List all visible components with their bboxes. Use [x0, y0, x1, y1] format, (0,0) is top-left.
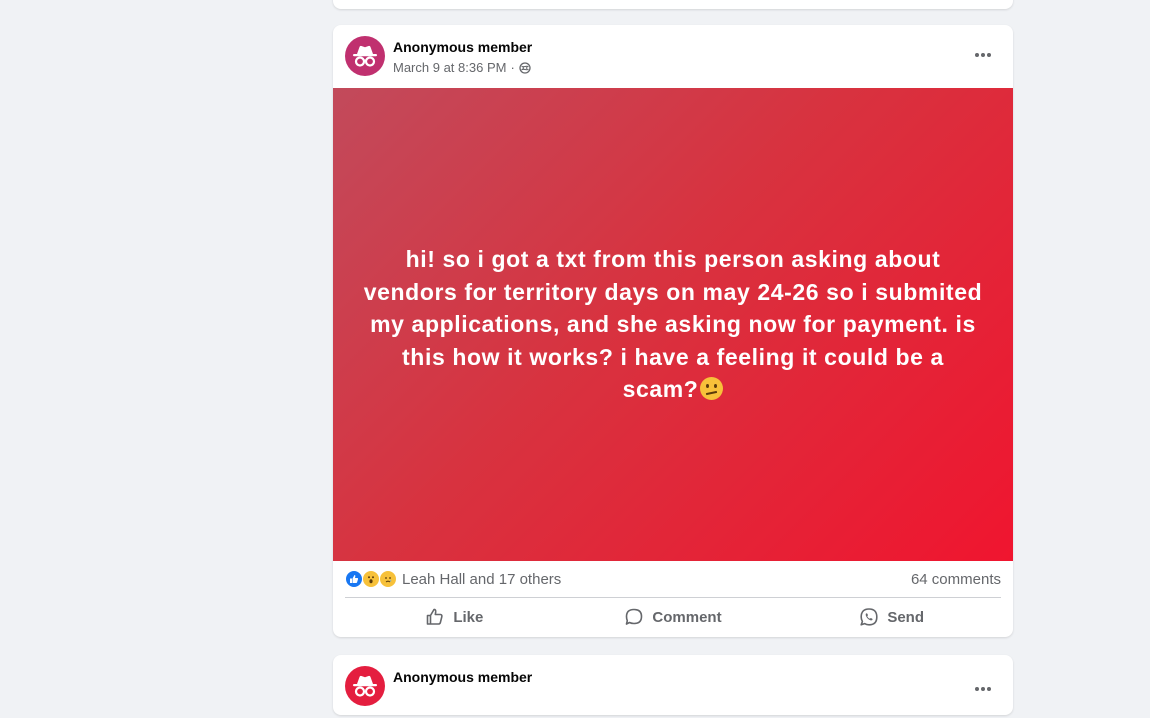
send-label: Send — [887, 608, 925, 626]
next-anonymous-avatar[interactable] — [345, 666, 385, 706]
post-meta: March 9 at 8:36 PM · — [393, 60, 531, 75]
post-body-text: hi! so i got a txt from this person aski… — [363, 246, 983, 403]
comments-count[interactable]: 64 comments — [911, 571, 1001, 588]
globe-icon — [519, 61, 531, 74]
comment-icon — [626, 608, 643, 625]
more-horizontal-icon — [975, 53, 991, 57]
next-more-options-button[interactable] — [967, 677, 999, 701]
send-button[interactable]: Send — [782, 600, 1001, 634]
post-card: Anonymous member March 9 at 8:36 PM · hi… — [333, 25, 1013, 637]
actions-divider — [345, 597, 1001, 598]
post-header: Anonymous member March 9 at 8:36 PM · — [333, 25, 1013, 88]
post-timestamp[interactable]: March 9 at 8:36 PM — [393, 60, 506, 75]
post-stats: Leah Hall and 17 others 64 comments — [345, 561, 1001, 597]
sad-reaction-icon — [379, 570, 397, 588]
like-label: Like — [453, 608, 484, 626]
wow-reaction-icon — [362, 570, 380, 588]
next-post-card: Anonymous member — [333, 655, 1013, 715]
comment-button[interactable]: Comment — [564, 600, 783, 634]
colored-background-post[interactable]: hi! so i got a txt from this person aski… — [333, 88, 1013, 561]
next-post-header: Anonymous member — [333, 655, 1013, 718]
thumbs-up-icon — [427, 608, 444, 625]
reactors-text[interactable]: Leah Hall and 17 others — [402, 571, 561, 588]
whatsapp-icon — [860, 608, 878, 626]
meta-separator: · — [510, 60, 515, 75]
post-actions: Like Comment Send — [345, 600, 1001, 634]
confused-face-emoji — [700, 377, 724, 401]
next-author-name[interactable]: Anonymous member — [393, 669, 532, 685]
more-options-button[interactable] — [967, 43, 999, 67]
like-reaction-icon — [345, 570, 363, 588]
reactions-summary[interactable]: Leah Hall and 17 others — [345, 570, 561, 588]
more-horizontal-icon — [975, 687, 991, 691]
like-button[interactable]: Like — [345, 600, 564, 634]
previous-post-card — [333, 0, 1013, 9]
comment-label: Comment — [652, 608, 722, 626]
post-body: hi! so i got a txt from this person aski… — [363, 243, 983, 406]
incognito-icon — [353, 675, 377, 697]
incognito-icon — [353, 45, 377, 67]
author-name[interactable]: Anonymous member — [393, 39, 532, 55]
anonymous-avatar[interactable] — [345, 36, 385, 76]
